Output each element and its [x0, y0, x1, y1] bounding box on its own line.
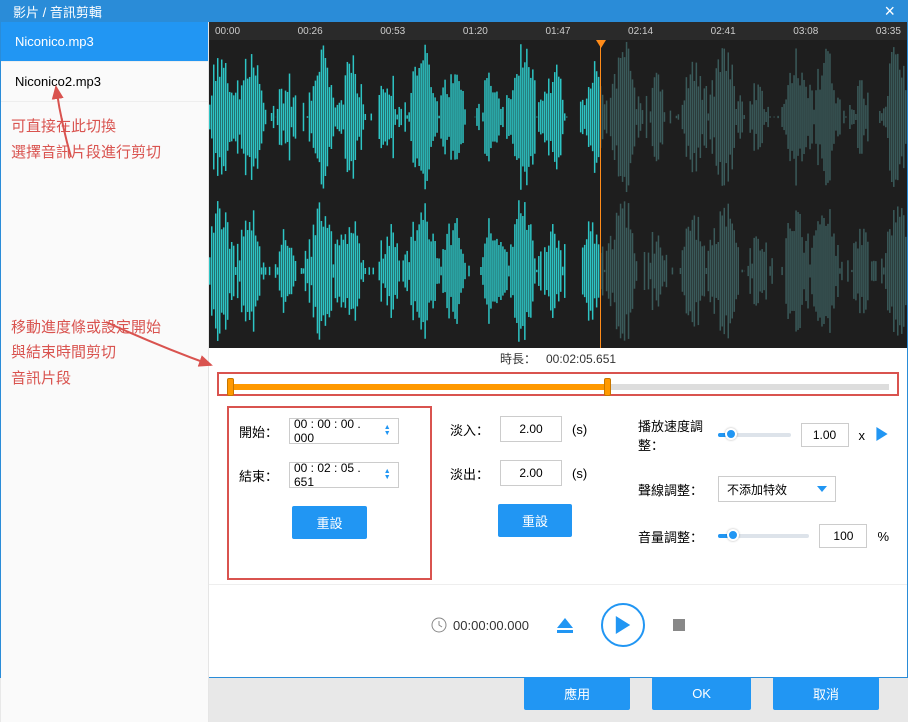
range-handle-end[interactable]	[604, 378, 611, 396]
unit-seconds: (s)	[572, 466, 587, 481]
transport-bar: 00:00:00.000	[209, 584, 907, 665]
apply-button[interactable]: 應用	[524, 677, 630, 710]
app-window: 影片 / 音訊剪輯 × Niconico.mp3 Niconico2.mp3 可…	[0, 0, 908, 678]
waveform-area: 00:00 00:26 00:53 01:20 01:47 02:14 02:4…	[209, 22, 907, 348]
ok-button[interactable]: OK	[652, 677, 751, 710]
speed-slider[interactable]	[718, 433, 791, 437]
adjust-column: 播放速度調整： x 聲線調整： 不	[638, 406, 889, 580]
body: Niconico.mp3 Niconico2.mp3 可直接在此切換 選擇音訊片…	[1, 22, 907, 722]
trim-range-bar	[217, 372, 899, 396]
titlebar: 影片 / 音訊剪輯 ×	[1, 1, 907, 22]
reset-trim-button[interactable]: 重設	[292, 506, 366, 539]
cancel-button[interactable]: 取消	[773, 677, 879, 710]
unit-seconds: (s)	[572, 422, 587, 437]
playback-time: 00:00:00.000	[431, 617, 529, 633]
fade-column: 淡入： (s) 淡出： (s) 重設	[450, 406, 620, 580]
fadeout-input[interactable]	[500, 460, 562, 486]
speed-label: 播放速度調整：	[638, 416, 708, 454]
speed-value-input[interactable]	[801, 423, 849, 447]
fadein-label: 淡入：	[450, 420, 490, 439]
volume-label: 音量調整：	[638, 527, 708, 546]
spinner-icon[interactable]: ▲▼	[381, 469, 394, 481]
file-name: Niconico2.mp3	[15, 74, 101, 89]
playhead-marker[interactable]	[600, 40, 601, 348]
trim-column: 開始： 00 : 00 : 00 . 000 ▲▼ 結束： 00 : 02 : …	[227, 406, 432, 580]
footer-buttons: 應用 OK 取消	[209, 665, 907, 722]
play-button[interactable]	[601, 603, 645, 647]
file-item-2[interactable]: Niconico2.mp3	[1, 62, 208, 102]
file-sidebar: Niconico.mp3 Niconico2.mp3 可直接在此切換 選擇音訊片…	[1, 22, 209, 722]
range-handle-start[interactable]	[227, 378, 234, 396]
fadein-input[interactable]	[500, 416, 562, 442]
time-ruler: 00:00 00:26 00:53 01:20 01:47 02:14 02:4…	[209, 22, 907, 40]
start-label: 開始：	[239, 422, 279, 441]
file-name: Niconico.mp3	[15, 34, 94, 49]
reset-fade-button[interactable]: 重設	[498, 504, 572, 537]
annotation-1: 可直接在此切換 選擇音訊片段進行剪切	[1, 102, 208, 177]
end-label: 結束：	[239, 466, 279, 485]
volume-value-input[interactable]	[819, 524, 867, 548]
start-time-input[interactable]: 00 : 00 : 00 . 000 ▲▼	[289, 418, 399, 444]
end-time-input[interactable]: 00 : 02 : 05 . 651 ▲▼	[289, 462, 399, 488]
export-icon[interactable]	[557, 618, 573, 633]
effect-select[interactable]: 不添加特效	[718, 476, 836, 502]
duration-label: 時長： 00:02:05.651	[500, 350, 616, 367]
play-preview-icon[interactable]	[875, 427, 889, 444]
waveform-display[interactable]	[209, 40, 907, 348]
volume-slider[interactable]	[718, 534, 809, 538]
chevron-down-icon	[817, 486, 827, 492]
window-title: 影片 / 音訊剪輯	[13, 2, 102, 21]
file-item-1[interactable]: Niconico.mp3	[1, 22, 208, 62]
stop-button[interactable]	[673, 619, 685, 631]
fadeout-label: 淡出：	[450, 464, 490, 483]
effect-label: 聲線調整：	[638, 480, 708, 499]
spinner-icon[interactable]: ▲▼	[381, 425, 394, 437]
main-panel: 00:00 00:26 00:53 01:20 01:47 02:14 02:4…	[209, 22, 907, 722]
controls-grid: 開始： 00 : 00 : 00 . 000 ▲▼ 結束： 00 : 02 : …	[209, 396, 907, 580]
close-icon[interactable]: ×	[884, 1, 895, 22]
annotation-2: 移動進度條或設定開始 與結束時間剪切 音訊片段	[1, 277, 208, 429]
clock-icon	[431, 617, 447, 633]
range-track[interactable]	[227, 384, 889, 390]
